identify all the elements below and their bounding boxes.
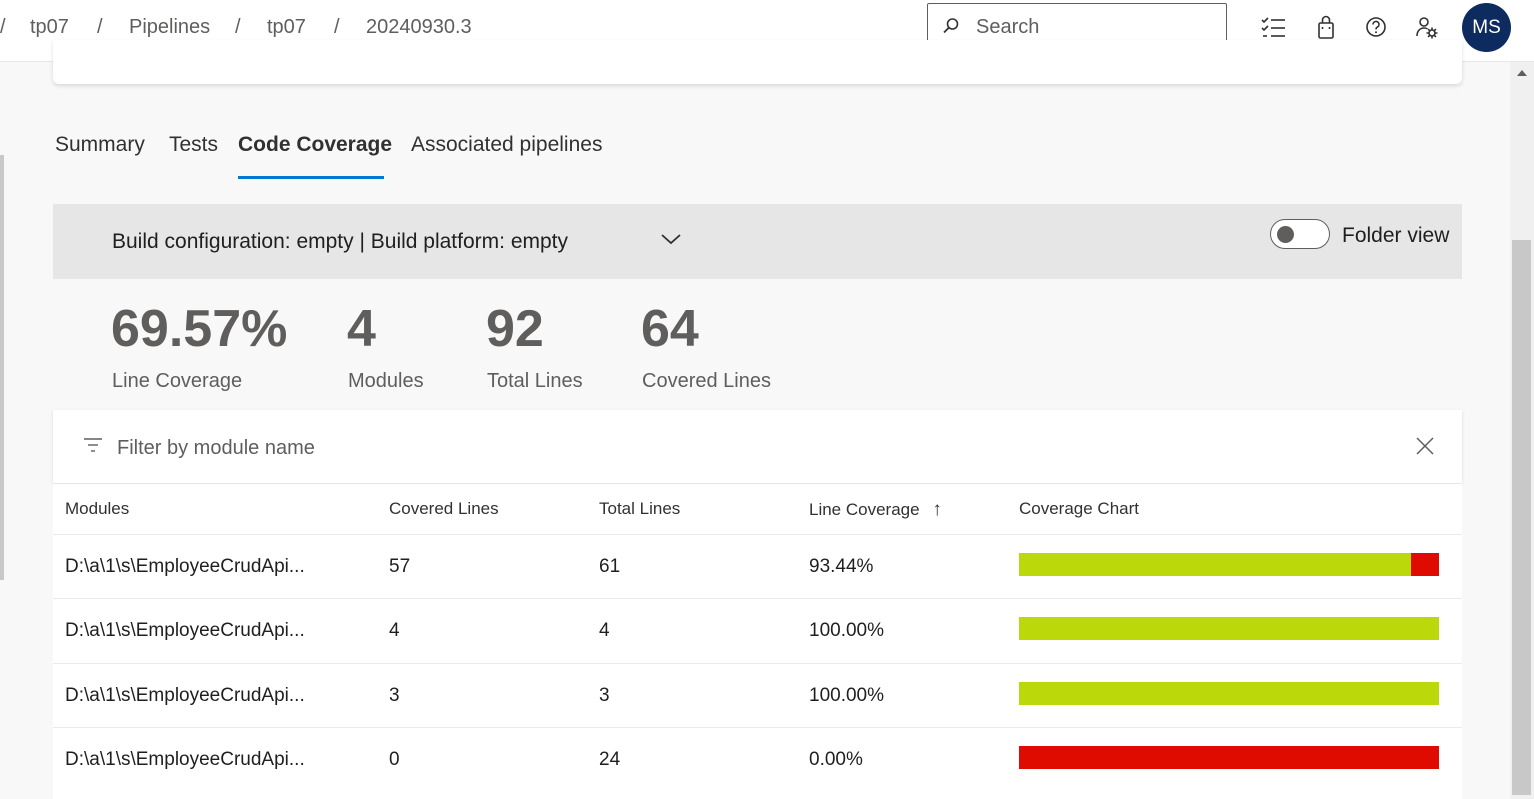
line-coverage-cell: 100.00% (809, 620, 885, 641)
coverage-bar-covered (1019, 617, 1439, 640)
table-row[interactable]: D:\a\1\s\EmployeeCrudApi... 4 4 100.00% (53, 598, 1462, 662)
help-icon[interactable] (1362, 14, 1390, 42)
column-header-modules[interactable]: Modules (65, 499, 129, 519)
line-coverage-cell: 0.00% (809, 749, 863, 770)
modules-label: Modules (348, 370, 424, 392)
table-row[interactable]: D:\a\1\s\EmployeeCrudApi... 57 61 93.44% (53, 534, 1462, 598)
build-config-dropdown[interactable]: Build configuration: empty | Build platf… (112, 230, 568, 254)
module-filter-input[interactable] (117, 434, 1017, 462)
breadcrumb-separator: / (334, 16, 340, 38)
search-input[interactable] (976, 14, 1216, 40)
sort-ascending-icon: ↑ (932, 499, 942, 520)
covered-lines-value: 64 (641, 300, 699, 358)
covered-lines-label: Covered Lines (642, 370, 771, 392)
build-config-bar: Build configuration: empty | Build platf… (53, 204, 1462, 279)
module-name: D:\a\1\s\EmployeeCrudApi... (65, 749, 305, 770)
chevron-down-icon[interactable] (659, 231, 683, 247)
total-lines-cell: 4 (599, 620, 610, 641)
line-coverage-label: Line Coverage (112, 370, 243, 392)
scroll-up-arrow-icon[interactable] (1516, 68, 1528, 78)
coverage-bar (1019, 617, 1439, 640)
total-lines-label: Total Lines (487, 370, 583, 392)
coverage-bar-covered (1019, 553, 1412, 576)
filter-icon (84, 438, 102, 452)
table-row[interactable]: D:\a\1\s\EmployeeCrudApi... 0 24 0.00% (53, 727, 1462, 791)
shopping-bag-icon[interactable] (1312, 14, 1340, 42)
scrollbar-thumb[interactable] (1512, 240, 1531, 795)
search-icon (943, 18, 959, 34)
user-settings-icon[interactable] (1413, 14, 1441, 42)
covered-lines-cell: 0 (389, 749, 400, 770)
summary-card (53, 40, 1462, 84)
breadcrumb-item-project[interactable]: tp07 (30, 16, 69, 39)
table-row[interactable]: D:\a\1\s\EmployeeCrudApi... 3 3 100.00% (53, 663, 1462, 727)
tab-associated-pipelines[interactable]: Associated pipelines (411, 133, 602, 157)
column-header-coverage-chart[interactable]: Coverage Chart (1019, 499, 1139, 519)
coverage-bar (1019, 746, 1439, 769)
line-coverage-cell: 100.00% (809, 685, 885, 706)
left-edge-divider (0, 155, 4, 580)
covered-lines-cell: 4 (389, 620, 400, 641)
module-name: D:\a\1\s\EmployeeCrudApi... (65, 556, 305, 577)
close-icon[interactable] (1415, 436, 1435, 456)
breadcrumb-item-pipelines[interactable]: Pipelines (129, 16, 210, 39)
avatar[interactable]: MS (1462, 3, 1511, 52)
column-header-line-coverage[interactable]: Line Coverage ↑ (809, 499, 942, 521)
covered-lines-cell: 3 (389, 685, 400, 706)
total-lines-cell: 3 (599, 685, 610, 706)
total-lines-cell: 24 (599, 749, 621, 770)
line-coverage-cell: 93.44% (809, 556, 874, 577)
breadcrumb-separator: / (235, 16, 241, 38)
line-coverage-value: 69.57% (111, 300, 288, 358)
total-lines-cell: 61 (599, 556, 621, 577)
breadcrumb-item-pipeline[interactable]: tp07 (267, 16, 306, 39)
breadcrumb-separator: / (0, 16, 6, 38)
module-filter-bar (53, 410, 1462, 483)
module-name: D:\a\1\s\EmployeeCrudApi... (65, 685, 305, 706)
module-name: D:\a\1\s\EmployeeCrudApi... (65, 620, 305, 641)
active-tab-indicator (238, 176, 384, 179)
column-header-covered-lines[interactable]: Covered Lines (389, 499, 499, 519)
breadcrumb-separator: / (97, 16, 103, 38)
coverage-bar (1019, 682, 1439, 705)
breadcrumb-item-run[interactable]: 20240930.3 (366, 16, 472, 39)
tab-code-coverage[interactable]: Code Coverage (238, 133, 392, 157)
toggle-knob (1277, 226, 1294, 243)
covered-lines-cell: 57 (389, 556, 411, 577)
coverage-bar-covered (1019, 682, 1439, 705)
coverage-bar (1019, 553, 1439, 576)
tab-summary[interactable]: Summary (55, 133, 145, 157)
column-header-total-lines[interactable]: Total Lines (599, 499, 680, 519)
column-header-line-coverage-label: Line Coverage (809, 500, 920, 519)
folder-view-toggle[interactable] (1270, 219, 1330, 249)
tab-tests[interactable]: Tests (169, 133, 218, 157)
coverage-bar-uncovered (1411, 553, 1439, 576)
coverage-bar-uncovered (1019, 746, 1439, 769)
coverage-table: Modules Covered Lines Total Lines Line C… (53, 484, 1462, 799)
total-lines-value: 92 (486, 300, 544, 358)
modules-value: 4 (347, 300, 376, 358)
folder-view-label: Folder view (1342, 224, 1450, 247)
task-list-icon[interactable] (1259, 14, 1287, 42)
